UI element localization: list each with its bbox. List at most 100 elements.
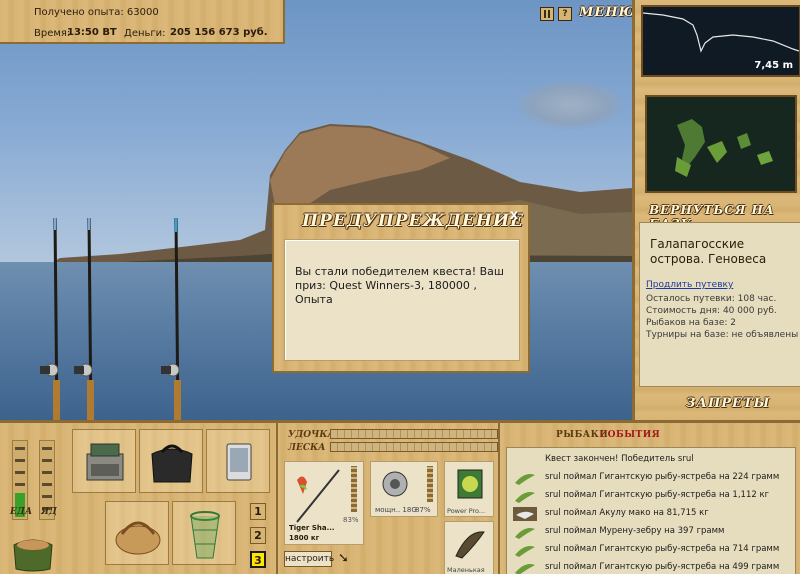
rod-capacity: 1800 кг (289, 534, 320, 542)
event-text: srul поймал Гигантскую рыбу-ястреба на 7… (545, 544, 780, 554)
dialog-message: Вы стали победителем квеста! Ваш приз: Q… (295, 265, 504, 306)
line-spool-icon (457, 469, 483, 499)
bag-icon (151, 444, 193, 483)
fish-icon (515, 564, 535, 574)
gauge-tick (15, 447, 25, 450)
rod-name: Tiger Sha... (289, 524, 335, 532)
slot-1-button[interactable]: 1 (250, 503, 266, 520)
slot-basket[interactable] (105, 501, 169, 565)
fish-icon (515, 474, 535, 485)
fish-icon (515, 492, 535, 503)
gauge-tick (42, 495, 52, 498)
setup-button[interactable]: настроить (284, 551, 334, 567)
location-info: Галапагосские острова. Геновеса Продлить… (639, 222, 800, 387)
poison-label: ЯД (41, 507, 57, 517)
close-icon[interactable]: x (507, 209, 521, 223)
stat-day-cost: Стоимость дня: 40 000 руб. (646, 306, 777, 316)
exp-received: Получено опыта: 63000 (34, 7, 159, 18)
stat-fishers: Рыбаков на базе: 2 (646, 318, 736, 328)
gauge-tick (15, 459, 25, 462)
rod-slot[interactable]: Tiger Sha... 1800 кг 83% (284, 461, 364, 545)
depth-value: 7,45 m (754, 60, 793, 71)
event-text: srul поймал Гигантскую рыбу-ястреба на 4… (545, 562, 780, 572)
rod-tension-bar (330, 429, 498, 439)
event-text: srul поймал Акулу мако на 81,715 кг (545, 508, 709, 518)
list-item: srul поймал Гигантскую рыбу-ястреба на 7… (507, 542, 795, 559)
player-info-panel: Получено опыта: 63000 Время: 13:50 ВТ Де… (0, 0, 285, 44)
bait-icon (455, 531, 485, 559)
fish-icon (515, 546, 535, 557)
rod-1[interactable] (40, 217, 60, 420)
arrow-icon[interactable]: ➘ (338, 551, 349, 566)
fish-icon (515, 528, 535, 539)
gauge-tick (42, 471, 52, 474)
rod-wear: 83% (343, 516, 359, 524)
right-panel: 7,45 m ВЕРНУТЬСЯ НА БАЗУ Галапагосские о… (632, 0, 800, 420)
rod-wear-bar (351, 466, 357, 512)
event-text: srul поймал Гигантскую рыбу-ястреба на 1… (545, 490, 770, 500)
event-text: srul поймал Мурену-зебру на 397 грамм (545, 526, 725, 536)
list-item: srul поймал Гигантскую рыбу-ястреба на 4… (507, 560, 795, 574)
event-text: srul поймал Гигантскую рыбу-ястреба на 2… (545, 472, 780, 482)
money-label: Деньги: (124, 28, 166, 39)
warning-dialog: ПРЕДУПРЕЖДЕНИЕ x Вы стали победителем кв… (272, 203, 530, 373)
bans-button[interactable]: ЗАПРЕТЫ (686, 396, 770, 411)
tab-events[interactable]: СОБЫТИЯ (600, 430, 660, 440)
slot-keepnet[interactable] (172, 501, 236, 565)
gauge-tick (15, 471, 25, 474)
rod-lure-icon (296, 469, 340, 523)
time-label: Время: (34, 28, 71, 39)
stat-tournaments: Турниры на базе: не объявлены (646, 330, 799, 340)
keepnet-icon (190, 511, 220, 559)
bottom-panel: ЕДА ЯД 1 2 3 УДОЧКА ЛЕСКА Tiger Sha... 1… (0, 420, 800, 574)
bait-name: Маленькая (447, 566, 485, 574)
gauge-tick (42, 459, 52, 462)
gauge-tick (15, 483, 25, 486)
menu-button[interactable]: МЕНЮ (579, 5, 636, 20)
line-tension-bar (330, 442, 498, 452)
reel-wear-bar (427, 466, 433, 502)
pause-icon[interactable] (540, 7, 554, 21)
event-text: Квест закончен! Победитель srul (545, 454, 694, 464)
basket-icon (115, 521, 161, 555)
events-list: Квест закончен! Победитель srul srul пой… (506, 447, 796, 574)
gauge-tick (42, 483, 52, 486)
rod-3[interactable] (161, 217, 181, 420)
location-minimap[interactable] (645, 95, 797, 193)
line-label: ЛЕСКА (288, 443, 326, 453)
slot-tackle-box[interactable] (72, 429, 136, 493)
rod-label: УДОЧКА (288, 430, 335, 440)
depth-sonar: 7,45 m (641, 5, 800, 77)
slot-2-button[interactable]: 2 (250, 527, 266, 544)
gauge-tick (42, 447, 52, 450)
extend-trip-link[interactable]: Продлить путевку (646, 280, 733, 290)
food-label: ЕДА (10, 507, 33, 517)
help-button[interactable]: ? (558, 7, 572, 21)
list-item: srul поймал Гигантскую рыбу-ястреба на 2… (507, 470, 795, 487)
stat-remaining: Осталось путевки: 108 час. (646, 294, 777, 304)
time-value: 13:50 ВТ (67, 27, 117, 38)
reel-wear: 87% (415, 506, 431, 514)
slot-bag[interactable] (139, 429, 203, 493)
bait-slot[interactable]: Маленькая (444, 521, 494, 574)
slot-3-button[interactable]: 3 (250, 551, 266, 568)
reel-icon (382, 471, 408, 497)
tackle-panel: УДОЧКА ЛЕСКА Tiger Sha... 1800 кг 83% мо… (276, 423, 500, 574)
food-bag-icon[interactable] (10, 531, 56, 573)
events-panel: РЫБАКИ СОБЫТИЯ Квест закончен! Победител… (502, 423, 800, 574)
list-item: srul поймал Гигантскую рыбу-ястреба на 1… (507, 488, 795, 505)
list-item: Квест закончен! Победитель srul (507, 452, 795, 469)
shark-icon (513, 507, 537, 521)
tackle-box-icon (86, 443, 124, 481)
line-name: Power Pro... (447, 507, 486, 515)
list-item: srul поймал Акулу мако на 81,715 кг (507, 506, 795, 523)
rod-2[interactable] (74, 217, 94, 420)
line-slot[interactable]: Power Pro... (444, 461, 494, 517)
reel-slot[interactable]: мощн.. 18G 87% (370, 461, 438, 517)
island-map (675, 119, 773, 177)
dialog-title: ПРЕДУПРЕЖДЕНИЕ (302, 211, 524, 231)
slot-device[interactable] (206, 429, 270, 493)
list-item: srul поймал Мурену-зебру на 397 грамм (507, 524, 795, 541)
location-name: Галапагосские острова. Геновеса (650, 237, 767, 266)
reel-name: мощн.. 18G (375, 506, 417, 514)
